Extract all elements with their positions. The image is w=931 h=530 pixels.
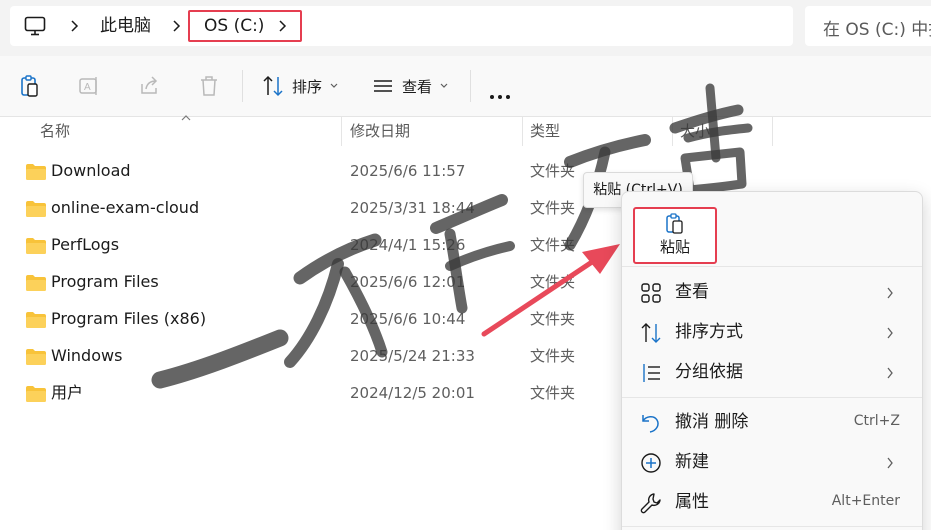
undo-icon: [642, 415, 659, 433]
search-input[interactable]: 在 OS (C:) 中搜索: [823, 15, 931, 40]
chevron-right-icon[interactable]: [68, 19, 80, 33]
menu-item-label: 查看: [675, 282, 709, 302]
svg-text:A: A: [84, 82, 91, 93]
view-lines-icon: [374, 80, 392, 92]
sort-button[interactable]: 排序: [262, 72, 338, 100]
folder-icon: [26, 201, 46, 217]
sort-button-label: 排序: [292, 77, 323, 96]
chevron-right-icon: [887, 327, 893, 339]
context-menu: 粘贴 查看 排序方式 分组依据 撤消 删除 Ctrl+Z 新建 属性 Alt+E…: [621, 191, 923, 530]
column-header-modified[interactable]: 修改日期: [350, 116, 410, 146]
file-modified: 2025/3/31 18:44: [350, 199, 475, 217]
more-options-icon[interactable]: [490, 84, 514, 103]
file-type: 文件夹: [530, 199, 576, 217]
file-type: 文件夹: [530, 310, 576, 328]
new-plus-icon: [641, 453, 661, 473]
menu-item-label: 撤消 删除: [675, 412, 749, 432]
chevron-right-icon: [887, 457, 893, 469]
folder-icon: [26, 238, 46, 254]
menu-item-new[interactable]: 新建: [622, 442, 922, 482]
view-button-label: 查看: [402, 77, 433, 96]
column-divider[interactable]: [341, 116, 342, 146]
file-name: Windows: [51, 346, 123, 365]
grid-view-icon: [641, 283, 661, 303]
sort-icon: [641, 323, 661, 343]
file-modified: 2025/5/24 21:33: [350, 347, 475, 365]
file-name: online-exam-cloud: [51, 198, 200, 217]
command-bar: A 排序 查看: [0, 56, 931, 117]
folder-icon: [26, 275, 46, 291]
this-pc-icon[interactable]: [24, 16, 46, 36]
folder-icon: [26, 386, 46, 402]
menu-divider: [622, 397, 922, 398]
breadcrumb-os-drive[interactable]: OS (C:): [204, 15, 264, 37]
wrench-icon: [640, 493, 661, 514]
column-header-size[interactable]: 大小: [680, 116, 710, 146]
sort-ascending-caret-icon: [181, 115, 191, 121]
rename-icon[interactable]: A: [77, 74, 101, 98]
file-name: PerfLogs: [51, 235, 120, 254]
view-button[interactable]: 查看: [372, 72, 448, 100]
column-header-name[interactable]: 名称: [40, 116, 70, 146]
menu-item-group-by[interactable]: 分组依据: [622, 352, 922, 392]
address-bar[interactable]: 此电脑 OS (C:): [10, 6, 793, 46]
file-type: 文件夹: [530, 162, 576, 180]
share-icon[interactable]: [137, 74, 161, 98]
file-type: 文件夹: [530, 236, 576, 254]
column-divider[interactable]: [672, 116, 673, 146]
chevron-down-icon: [440, 83, 448, 88]
folder-icon: [26, 164, 46, 180]
menu-item-label: 排序方式: [675, 322, 743, 342]
toolbar-divider: [470, 70, 471, 102]
file-explorer-window: 此电脑 OS (C:) 在 OS (C:) 中搜索 A: [0, 0, 931, 530]
file-type: 文件夹: [530, 273, 576, 291]
file-type: 文件夹: [530, 347, 576, 365]
folder-icon: [26, 312, 46, 328]
paste-icon[interactable]: [18, 74, 42, 98]
menu-item-view[interactable]: 查看: [622, 272, 922, 312]
sort-arrows-icon: [263, 75, 283, 97]
file-modified: 2024/12/5 20:01: [350, 384, 475, 402]
file-name: Program Files: [51, 272, 159, 291]
paste-button[interactable]: 粘贴: [633, 207, 717, 264]
file-modified: 2025/6/6 11:57: [350, 162, 466, 180]
menu-item-label: 属性: [675, 492, 709, 512]
chevron-right-icon: [887, 367, 893, 379]
table-row[interactable]: Download 2025/6/6 11:57 文件夹: [0, 153, 931, 190]
folder-icon: [26, 349, 46, 365]
file-modified: 2024/4/1 15:26: [350, 236, 466, 254]
menu-item-label: 新建: [675, 452, 709, 472]
chevron-right-icon[interactable]: [170, 19, 182, 33]
toolbar-divider: [242, 70, 243, 102]
menu-item-shortcut: Ctrl+Z: [853, 413, 900, 429]
column-divider[interactable]: [772, 116, 773, 146]
column-header-type[interactable]: 类型: [530, 116, 560, 146]
chevron-right-icon: [887, 287, 893, 299]
breadcrumb-this-pc[interactable]: 此电脑: [100, 15, 151, 37]
paste-button-label: 粘贴: [659, 238, 690, 256]
menu-item-sort-by[interactable]: 排序方式: [622, 312, 922, 352]
menu-divider: [622, 526, 922, 527]
file-modified: 2025/6/6 10:44: [350, 310, 466, 328]
chevron-right-icon[interactable]: [276, 19, 288, 33]
menu-item-properties[interactable]: 属性 Alt+Enter: [622, 482, 922, 522]
paste-icon: [666, 213, 683, 234]
column-divider[interactable]: [522, 116, 523, 146]
delete-icon[interactable]: [197, 74, 221, 98]
file-name: 用户: [51, 383, 84, 402]
context-menu-quick-actions: 粘贴: [622, 192, 922, 267]
file-name: Download: [51, 161, 131, 180]
file-name: Program Files (x86): [51, 309, 207, 328]
menu-item-undo-delete[interactable]: 撤消 删除 Ctrl+Z: [622, 402, 922, 442]
menu-item-shortcut: Alt+Enter: [831, 493, 900, 509]
menu-item-label: 分组依据: [675, 362, 743, 382]
search-box[interactable]: 在 OS (C:) 中搜索: [805, 6, 931, 46]
file-modified: 2025/6/6 12:01: [350, 273, 466, 291]
address-bar-area: 此电脑 OS (C:) 在 OS (C:) 中搜索: [0, 0, 931, 56]
group-by-icon: [643, 364, 660, 382]
chevron-down-icon: [330, 83, 338, 88]
file-type: 文件夹: [530, 384, 576, 402]
